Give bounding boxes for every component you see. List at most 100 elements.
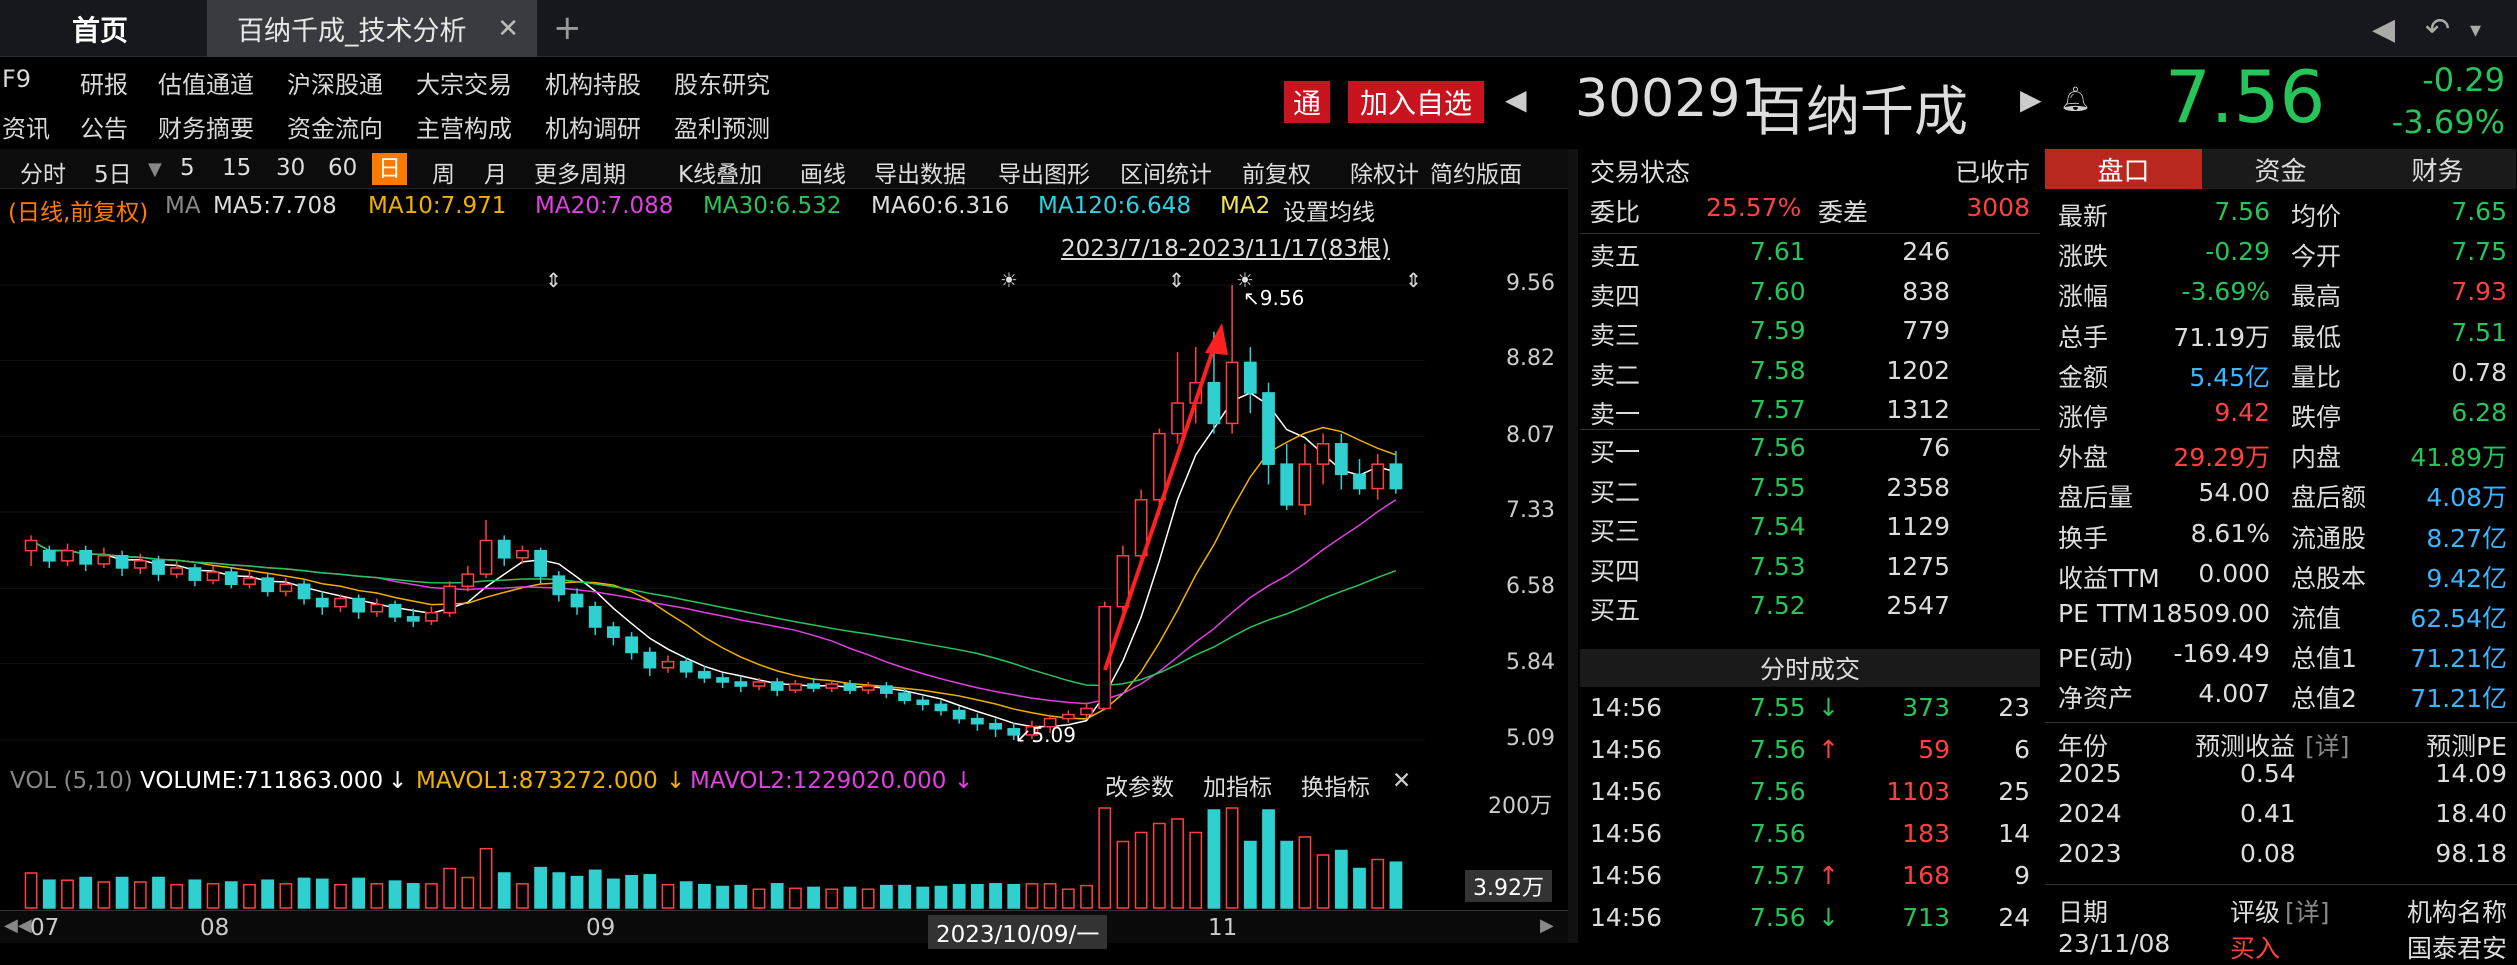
down-arrow-icon: ↓ xyxy=(1818,693,1839,722)
add-indicator[interactable]: 加指标 xyxy=(1203,768,1272,802)
add-watchlist-button[interactable]: 加入自选 xyxy=(1348,81,1484,123)
candle xyxy=(1298,463,1312,506)
period-5min[interactable]: 5 xyxy=(180,155,195,181)
quote-value: 8.61% xyxy=(2190,518,2270,548)
export-image[interactable]: 导出图形 xyxy=(998,155,1090,189)
close-icon[interactable]: ✕ xyxy=(497,14,519,44)
volume-bar xyxy=(243,883,256,909)
fc-year: 2025 xyxy=(2058,759,2122,788)
tick-volume: 59 xyxy=(1918,735,1950,764)
menu-business[interactable]: 主营构成 xyxy=(416,109,512,144)
new-tab-plus-icon[interactable]: + xyxy=(553,8,582,48)
volume-bar xyxy=(825,888,839,909)
close-icon[interactable]: ✕ xyxy=(1392,768,1411,794)
more-periods[interactable]: 更多周期 xyxy=(534,155,626,189)
rating-org-header: 机构名称 xyxy=(2406,898,2507,927)
period-month[interactable]: 月 xyxy=(484,155,507,189)
candle xyxy=(552,575,566,596)
tick-time: 14:56 xyxy=(1590,693,1663,722)
menu-f9[interactable]: F9 xyxy=(2,65,31,93)
volume-bar xyxy=(1207,809,1221,909)
scroll-left-icon[interactable]: ◀◀ xyxy=(4,915,32,936)
change-params[interactable]: 改参数 xyxy=(1105,768,1174,802)
export-data[interactable]: 导出数据 xyxy=(874,155,966,189)
tab-home[interactable]: 首页 xyxy=(0,0,200,57)
ex-right[interactable]: 除权计 xyxy=(1350,155,1419,189)
menu-capital-flow[interactable]: 资金流向 xyxy=(287,109,383,144)
candle xyxy=(1061,713,1075,720)
quote-label: 总值2 xyxy=(2291,684,2357,714)
period-day[interactable]: 日 xyxy=(372,153,407,185)
menu-valuation[interactable]: 估值通道 xyxy=(158,65,254,100)
bell-icon[interactable]: 🔔︎ xyxy=(2060,85,2090,113)
menu-institution[interactable]: 机构持股 xyxy=(545,65,641,100)
candle xyxy=(570,593,584,608)
menu-block-trade[interactable]: 大宗交易 xyxy=(416,65,512,100)
menu-finance[interactable]: 财务摘要 xyxy=(158,109,254,144)
kline-chart[interactable]: ↖9.56↙5.09⇕ ☀ ⇕ ☀ ⇕ xyxy=(0,225,1430,770)
prev-stock-icon[interactable]: ◀ xyxy=(1505,83,1527,116)
chevron-down-icon[interactable]: ▼ xyxy=(148,159,162,180)
tab-stock-analysis[interactable]: 百纳千成_技术分析 ✕ xyxy=(207,0,537,57)
volume-bar xyxy=(1098,807,1112,909)
weibi-value: 25.57% xyxy=(1706,193,1802,222)
tab-finance[interactable]: 财务 xyxy=(2359,149,2516,189)
tick-volume: 373 xyxy=(1902,693,1950,722)
period-30min[interactable]: 30 xyxy=(276,155,305,181)
quote-label: 跌停 xyxy=(2291,403,2342,432)
volume-bar xyxy=(97,881,111,909)
event-marker-icon: ☀ xyxy=(1236,268,1254,292)
tick-row: 14:56 7.56 1103 25 xyxy=(1580,777,2040,817)
swap-indicator[interactable]: 换指标 xyxy=(1301,768,1370,802)
splitter[interactable] xyxy=(1568,149,1578,943)
period-15min[interactable]: 15 xyxy=(222,155,251,181)
dropdown-icon[interactable]: ▾ xyxy=(2470,18,2481,43)
sell-price: 7.59 xyxy=(1750,316,1806,345)
tab-capital[interactable]: 资金 xyxy=(2202,149,2359,189)
volume-bar xyxy=(1134,831,1148,909)
sell-price: 7.61 xyxy=(1750,237,1806,266)
rating-detail-link[interactable]: [详] xyxy=(2285,893,2330,929)
tick-time: 14:56 xyxy=(1590,735,1663,764)
period-5day[interactable]: 5日 xyxy=(94,155,132,189)
event-marker-icon: ☀ xyxy=(1000,268,1018,292)
range-stats[interactable]: 区间统计 xyxy=(1120,155,1212,189)
connect-badge[interactable]: 通 xyxy=(1284,81,1330,123)
menu-shareholder[interactable]: 股东研究 xyxy=(674,65,770,100)
period-intraday[interactable]: 分时 xyxy=(20,155,66,189)
period-week[interactable]: 周 xyxy=(432,155,455,189)
menu-research[interactable]: 研报 xyxy=(80,65,128,100)
event-marker-icon: ⇕ xyxy=(545,268,562,292)
volume-bar xyxy=(224,881,238,909)
candle xyxy=(1171,402,1184,435)
menu-news[interactable]: 资讯 xyxy=(2,109,50,144)
orderbook-buy-row: 买二 7.55 2358 xyxy=(1580,473,2040,513)
simple-layout[interactable]: 简约版面 xyxy=(1430,155,1522,189)
sell-label: 卖三 xyxy=(1590,321,1641,350)
back-arrow-icon[interactable]: ◀ xyxy=(2372,12,2395,47)
volume-header: VOL (5,10) VOLUME:711863.000 ↓ MAVOL1:87… xyxy=(0,764,1430,802)
tick-count: 6 xyxy=(2014,735,2030,764)
ma-setting[interactable]: 设置均线 xyxy=(1283,193,1375,227)
undo-icon[interactable]: ↶ xyxy=(2425,12,2450,47)
orderbook-sell-row: 卖三 7.59 779 xyxy=(1580,316,2040,356)
forward-adjust[interactable]: 前复权 xyxy=(1242,155,1311,189)
volume-bar xyxy=(898,884,911,909)
volume-chart[interactable] xyxy=(0,800,1430,910)
volume-bar xyxy=(952,883,966,909)
period-60min[interactable]: 60 xyxy=(328,155,357,181)
menu-survey[interactable]: 机构调研 xyxy=(545,109,641,144)
menu-forecast[interactable]: 盈利预测 xyxy=(674,109,770,144)
candle xyxy=(152,560,165,575)
kline-overlay[interactable]: K线叠加 xyxy=(678,155,762,189)
tick-price: 7.57 xyxy=(1750,861,1806,890)
fc-detail-link[interactable]: [详] xyxy=(2305,727,2350,763)
fc-eps: 0.54 xyxy=(2240,759,2296,788)
menu-notice[interactable]: 公告 xyxy=(80,109,128,144)
tab-handicap[interactable]: 盘口 xyxy=(2045,149,2202,189)
menu-connect[interactable]: 沪深股通 xyxy=(287,65,383,100)
next-stock-icon[interactable]: ▶ xyxy=(2020,83,2042,116)
draw-line[interactable]: 画线 xyxy=(800,155,846,189)
scroll-right-icon[interactable]: ▶ xyxy=(1540,915,1554,936)
candle xyxy=(916,699,930,706)
